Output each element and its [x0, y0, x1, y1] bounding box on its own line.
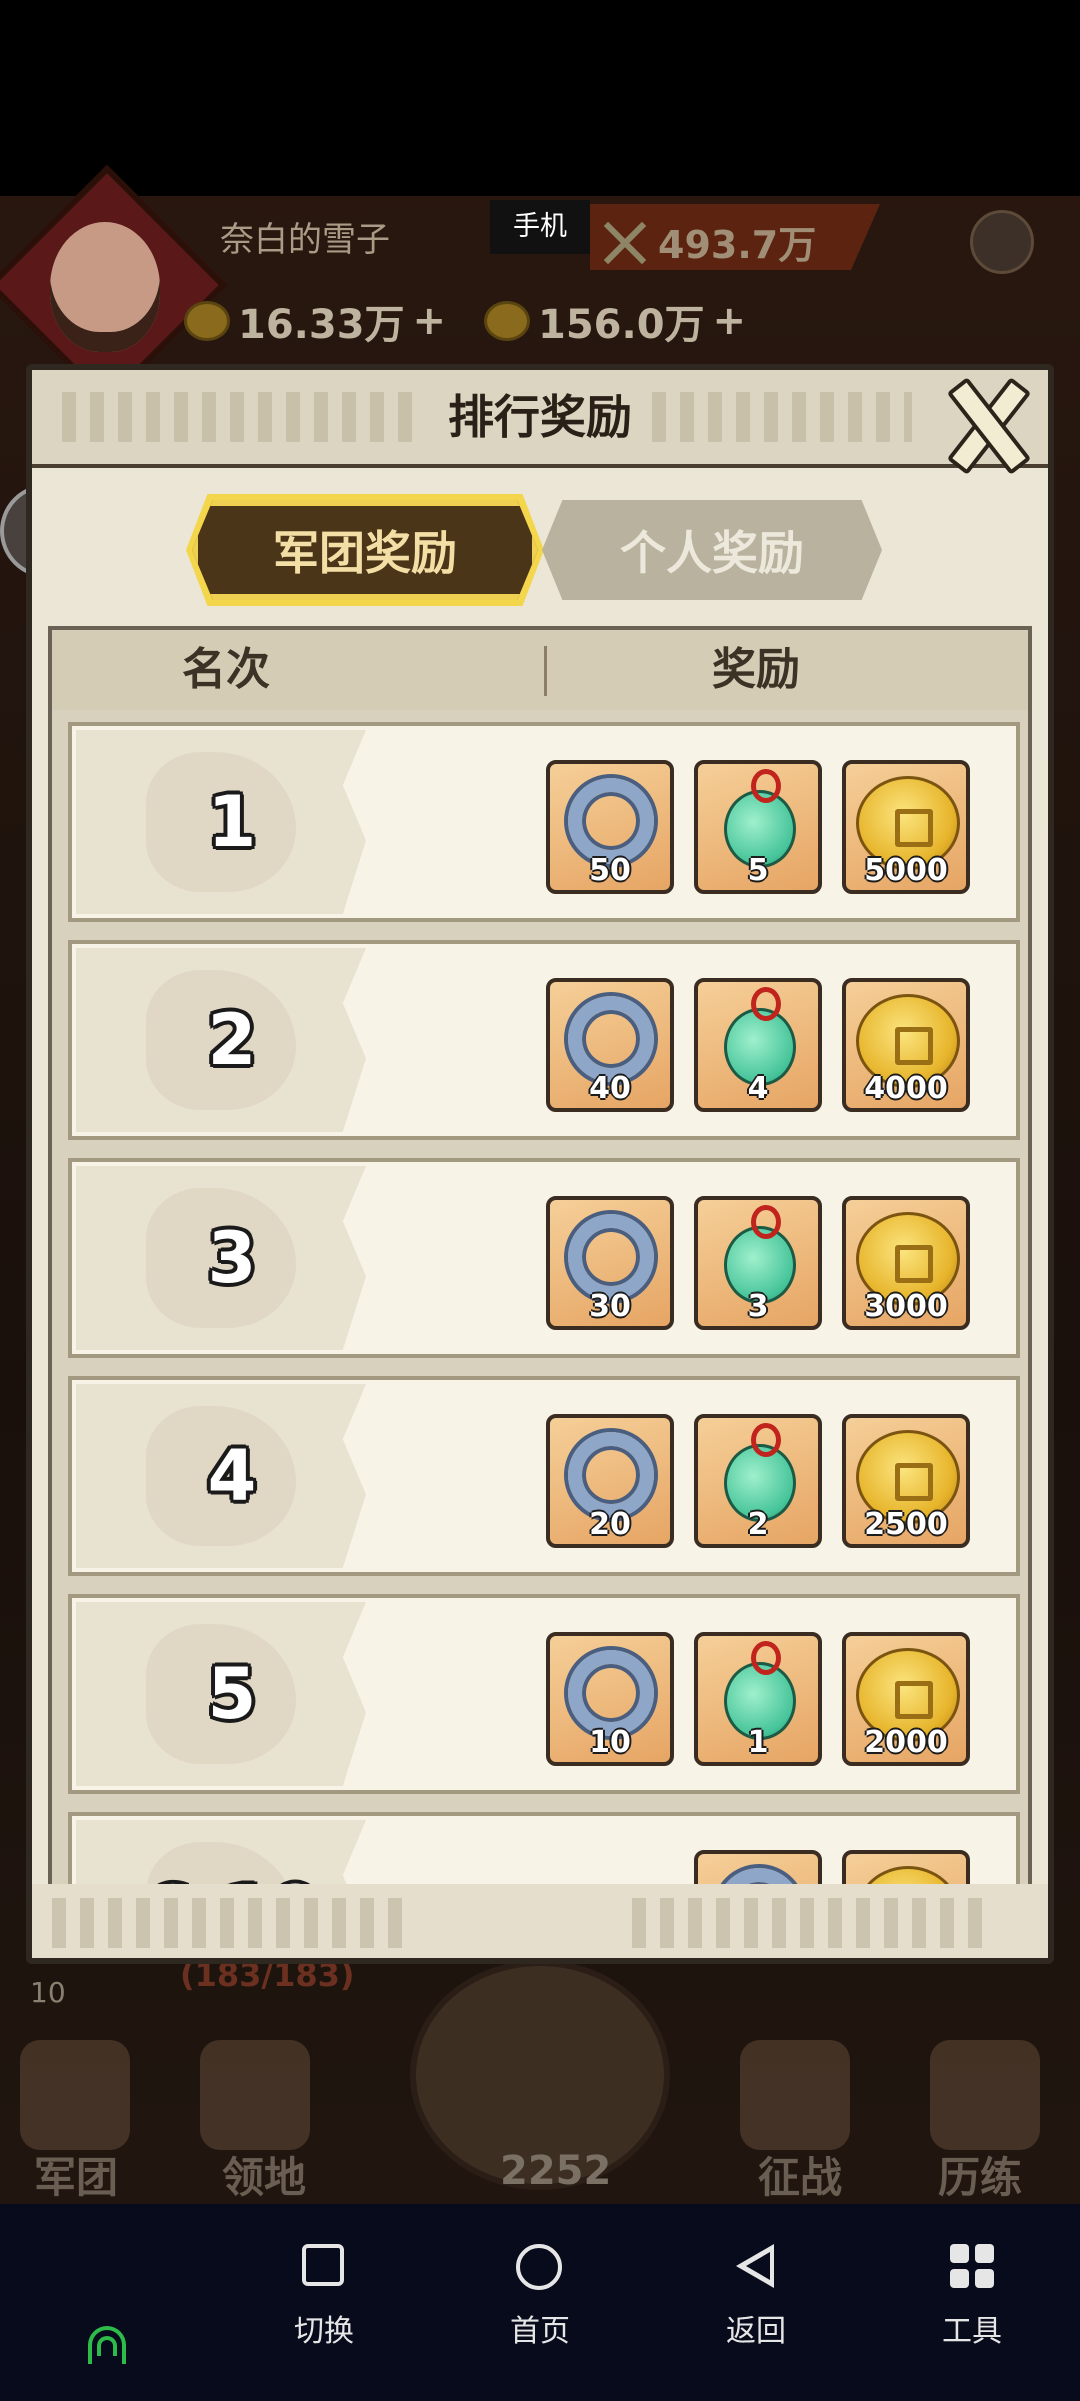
reward-item[interactable]: 10: [546, 1632, 674, 1766]
back-triangle-icon[interactable]: [736, 2244, 776, 2288]
legion-icon[interactable]: [20, 2040, 130, 2150]
reward-item[interactable]: 5000: [842, 760, 970, 894]
player-name: 奈白的雪子: [220, 220, 390, 260]
wifi-icon: [88, 2326, 126, 2364]
table-header: 名次 奖励: [52, 630, 1028, 710]
reward-table: 名次 奖励 1 50 5 5000 2 40 4 4000 3 30 3 300…: [48, 626, 1032, 1888]
resource-silver[interactable]: 16.33万 +: [184, 292, 446, 350]
reward-item[interactable]: 50: [546, 760, 674, 894]
reward-item[interactable]: 2000: [842, 1632, 970, 1766]
reward-qty: 50: [589, 853, 631, 888]
reward-qty: 5000: [864, 853, 948, 888]
reward-item[interactable]: [694, 1850, 822, 1884]
rank-number: 4: [207, 1435, 257, 1517]
table-row: 5 10 1 2000: [68, 1594, 1020, 1794]
reward-qty: 40: [589, 1071, 631, 1106]
coin-icon: [484, 301, 530, 341]
reward-item[interactable]: 20: [546, 1414, 674, 1548]
rank-number: 2: [207, 999, 257, 1081]
reward-item[interactable]: 4: [694, 978, 822, 1112]
rope-icon: [568, 996, 654, 1082]
game-nav-training[interactable]: 历练: [938, 2144, 1022, 2205]
tab-legion-reward[interactable]: 军团奖励: [192, 500, 538, 600]
reward-list[interactable]: 1 50 5 5000 2 40 4 4000 3 30 3 3000 4 20…: [52, 710, 1028, 1884]
reward-qty: 2000: [864, 1725, 948, 1760]
reward-qty: 10: [589, 1725, 631, 1760]
power-value: 493.7万: [658, 223, 817, 267]
campaign-icon[interactable]: [740, 2040, 850, 2150]
rope-icon: [568, 1650, 654, 1736]
tab-personal-reward[interactable]: 个人奖励: [542, 500, 882, 600]
close-icon[interactable]: [938, 378, 1030, 464]
phone-label: 手机: [490, 200, 590, 254]
reward-qty: 2500: [864, 1507, 948, 1542]
modal-title: 排行奖励: [448, 390, 632, 444]
reward-qty: 5: [747, 853, 769, 888]
silver-ingot-icon: [184, 301, 230, 341]
game-nav-campaign[interactable]: 征战: [758, 2144, 842, 2205]
column-reward: 奖励: [712, 644, 800, 695]
rope-icon: [568, 778, 654, 864]
game-nav-legion[interactable]: 军团: [34, 2144, 118, 2205]
meander-pattern: [52, 1898, 412, 1948]
table-row: 6-10: [68, 1812, 1020, 1884]
reward-item[interactable]: [842, 1850, 970, 1884]
reward-item[interactable]: 3: [694, 1196, 822, 1330]
resource-coin-value: 156.0万: [538, 302, 705, 348]
scroll-icon[interactable]: [970, 210, 1034, 274]
modal-footer: [32, 1884, 1048, 1958]
territory-icon[interactable]: [200, 2040, 310, 2150]
reward-item[interactable]: 4000: [842, 978, 970, 1112]
nav-back[interactable]: 返回: [696, 2306, 816, 2350]
reward-item[interactable]: 1: [694, 1632, 822, 1766]
power-display: 493.7万: [600, 214, 816, 269]
reward-qty: 3: [747, 1289, 769, 1324]
column-rank: 名次: [182, 644, 270, 695]
center-count: 2252: [500, 2148, 612, 2194]
switch-square-icon[interactable]: [302, 2244, 344, 2286]
resource-coin[interactable]: 156.0万 +: [484, 292, 746, 350]
training-book-icon[interactable]: [930, 2040, 1040, 2150]
rank-number: 1: [207, 781, 257, 863]
level-badge: 10: [30, 1976, 66, 2009]
reward-item[interactable]: 2500: [842, 1414, 970, 1548]
table-row: 3 30 3 3000: [68, 1158, 1020, 1358]
reward-qty: 30: [589, 1289, 631, 1324]
add-silver-button[interactable]: +: [413, 298, 447, 344]
rank-number: 5: [207, 1653, 257, 1735]
table-row: 1 50 5 5000: [68, 722, 1020, 922]
game-nav-territory[interactable]: 领地: [222, 2144, 306, 2205]
rope-icon: [568, 1214, 654, 1300]
nav-switch[interactable]: 切换: [264, 2306, 384, 2350]
crossed-swords-icon: [600, 218, 648, 266]
meander-pattern: [632, 1898, 992, 1948]
nav-home[interactable]: 首页: [480, 2306, 600, 2350]
rank-number: 3: [207, 1217, 257, 1299]
system-nav-bar: [0, 2204, 1080, 2401]
home-circle-icon[interactable]: [516, 2244, 562, 2290]
reward-item[interactable]: 30: [546, 1196, 674, 1330]
reward-item[interactable]: 3000: [842, 1196, 970, 1330]
rope-icon: [568, 1432, 654, 1518]
resource-silver-value: 16.33万: [238, 302, 405, 348]
reward-qty: 3000: [864, 1289, 948, 1324]
table-row: 4 20 2 2500: [68, 1376, 1020, 1576]
tools-grid-icon[interactable]: [950, 2244, 994, 2288]
divider: [544, 646, 547, 696]
modal-header: 排行奖励: [32, 370, 1048, 468]
table-row: 2 40 4 4000: [68, 940, 1020, 1140]
rank-number: 6-10: [132, 1816, 332, 1884]
reward-qty: 2: [747, 1507, 769, 1542]
reward-item[interactable]: 2: [694, 1414, 822, 1548]
reward-qty: 4: [747, 1071, 769, 1106]
reward-item[interactable]: 5: [694, 760, 822, 894]
reward-qty: 1: [747, 1725, 769, 1760]
reward-qty: 20: [589, 1507, 631, 1542]
nav-tools[interactable]: 工具: [912, 2306, 1032, 2350]
add-coin-button[interactable]: +: [713, 298, 747, 344]
reward-qty: 4000: [864, 1071, 948, 1106]
avatar[interactable]: [50, 222, 160, 352]
rank-reward-modal: 排行奖励 军团奖励 个人奖励 名次 奖励 1 50 5 5000 2 40 4 …: [26, 364, 1054, 1964]
reward-item[interactable]: 40: [546, 978, 674, 1112]
